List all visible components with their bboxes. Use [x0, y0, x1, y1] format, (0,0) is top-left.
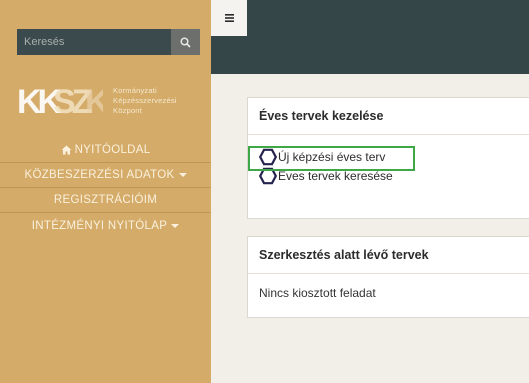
caret-down-icon [178, 173, 187, 177]
panel-title: Éves tervek kezelése [248, 98, 529, 135]
logo-caption-line: Kormányzati [113, 86, 157, 95]
sidebar-item-registrations[interactable]: REGISZTRÁCIÓIM [0, 188, 211, 213]
svg-text:K: K [85, 83, 103, 119]
search-button[interactable] [171, 29, 200, 55]
sidebar-item-label: INTÉZMÉNYI NYITÓLAP [31, 219, 168, 232]
annual-plans-panel: Éves tervek kezelése Új képzési éves ter… [247, 97, 529, 219]
logo-caption-line: Központ [113, 106, 142, 115]
sidebar-item-label: NYITÓOLDAL [74, 144, 151, 156]
menu-toggle-button[interactable] [211, 0, 247, 36]
kkszk-logo-mark: KK SZ K [17, 83, 103, 119]
logo-caption: Kormányzati Képzésszervezési Központ [113, 86, 177, 116]
empty-state-text: Nincs kiosztott feladat [259, 286, 376, 300]
caret-down-icon [171, 223, 180, 228]
sidebar-item-home[interactable]: NYITÓOLDAL [0, 138, 211, 163]
search-bar [17, 29, 200, 55]
search-input[interactable] [17, 29, 171, 55]
sidebar: KK SZ K Kormányzati Képzésszervezési Köz… [0, 0, 211, 383]
sidebar-item-institution-home[interactable]: INTÉZMÉNYI NYITÓLAP [0, 213, 211, 238]
search-icon [180, 36, 191, 48]
panel-title: Szerkesztés alatt lévő tervek [248, 237, 529, 274]
logo-caption-line: Képzésszervezési [113, 96, 177, 105]
sidebar-item-procurement-data[interactable]: KÖZBESZERZÉSI ADATOK [0, 163, 211, 188]
sidebar-item-label: REGISZTRÁCIÓIM [53, 194, 158, 206]
selection-highlight [248, 146, 415, 171]
sidebar-item-label: KÖZBESZERZÉSI ADATOK [24, 169, 175, 181]
home-icon [61, 145, 72, 155]
kkszk-logo[interactable]: KK SZ K Kormányzati Képzésszervezési Köz… [17, 80, 202, 122]
top-bar [211, 0, 529, 74]
hamburger-icon [224, 14, 234, 22]
sidebar-nav: NYITÓOLDAL KÖZBESZERZÉSI ADATOK REGISZTR… [0, 138, 211, 238]
editing-plans-panel: Szerkesztés alatt lévő tervek Nincs kios… [247, 236, 529, 318]
